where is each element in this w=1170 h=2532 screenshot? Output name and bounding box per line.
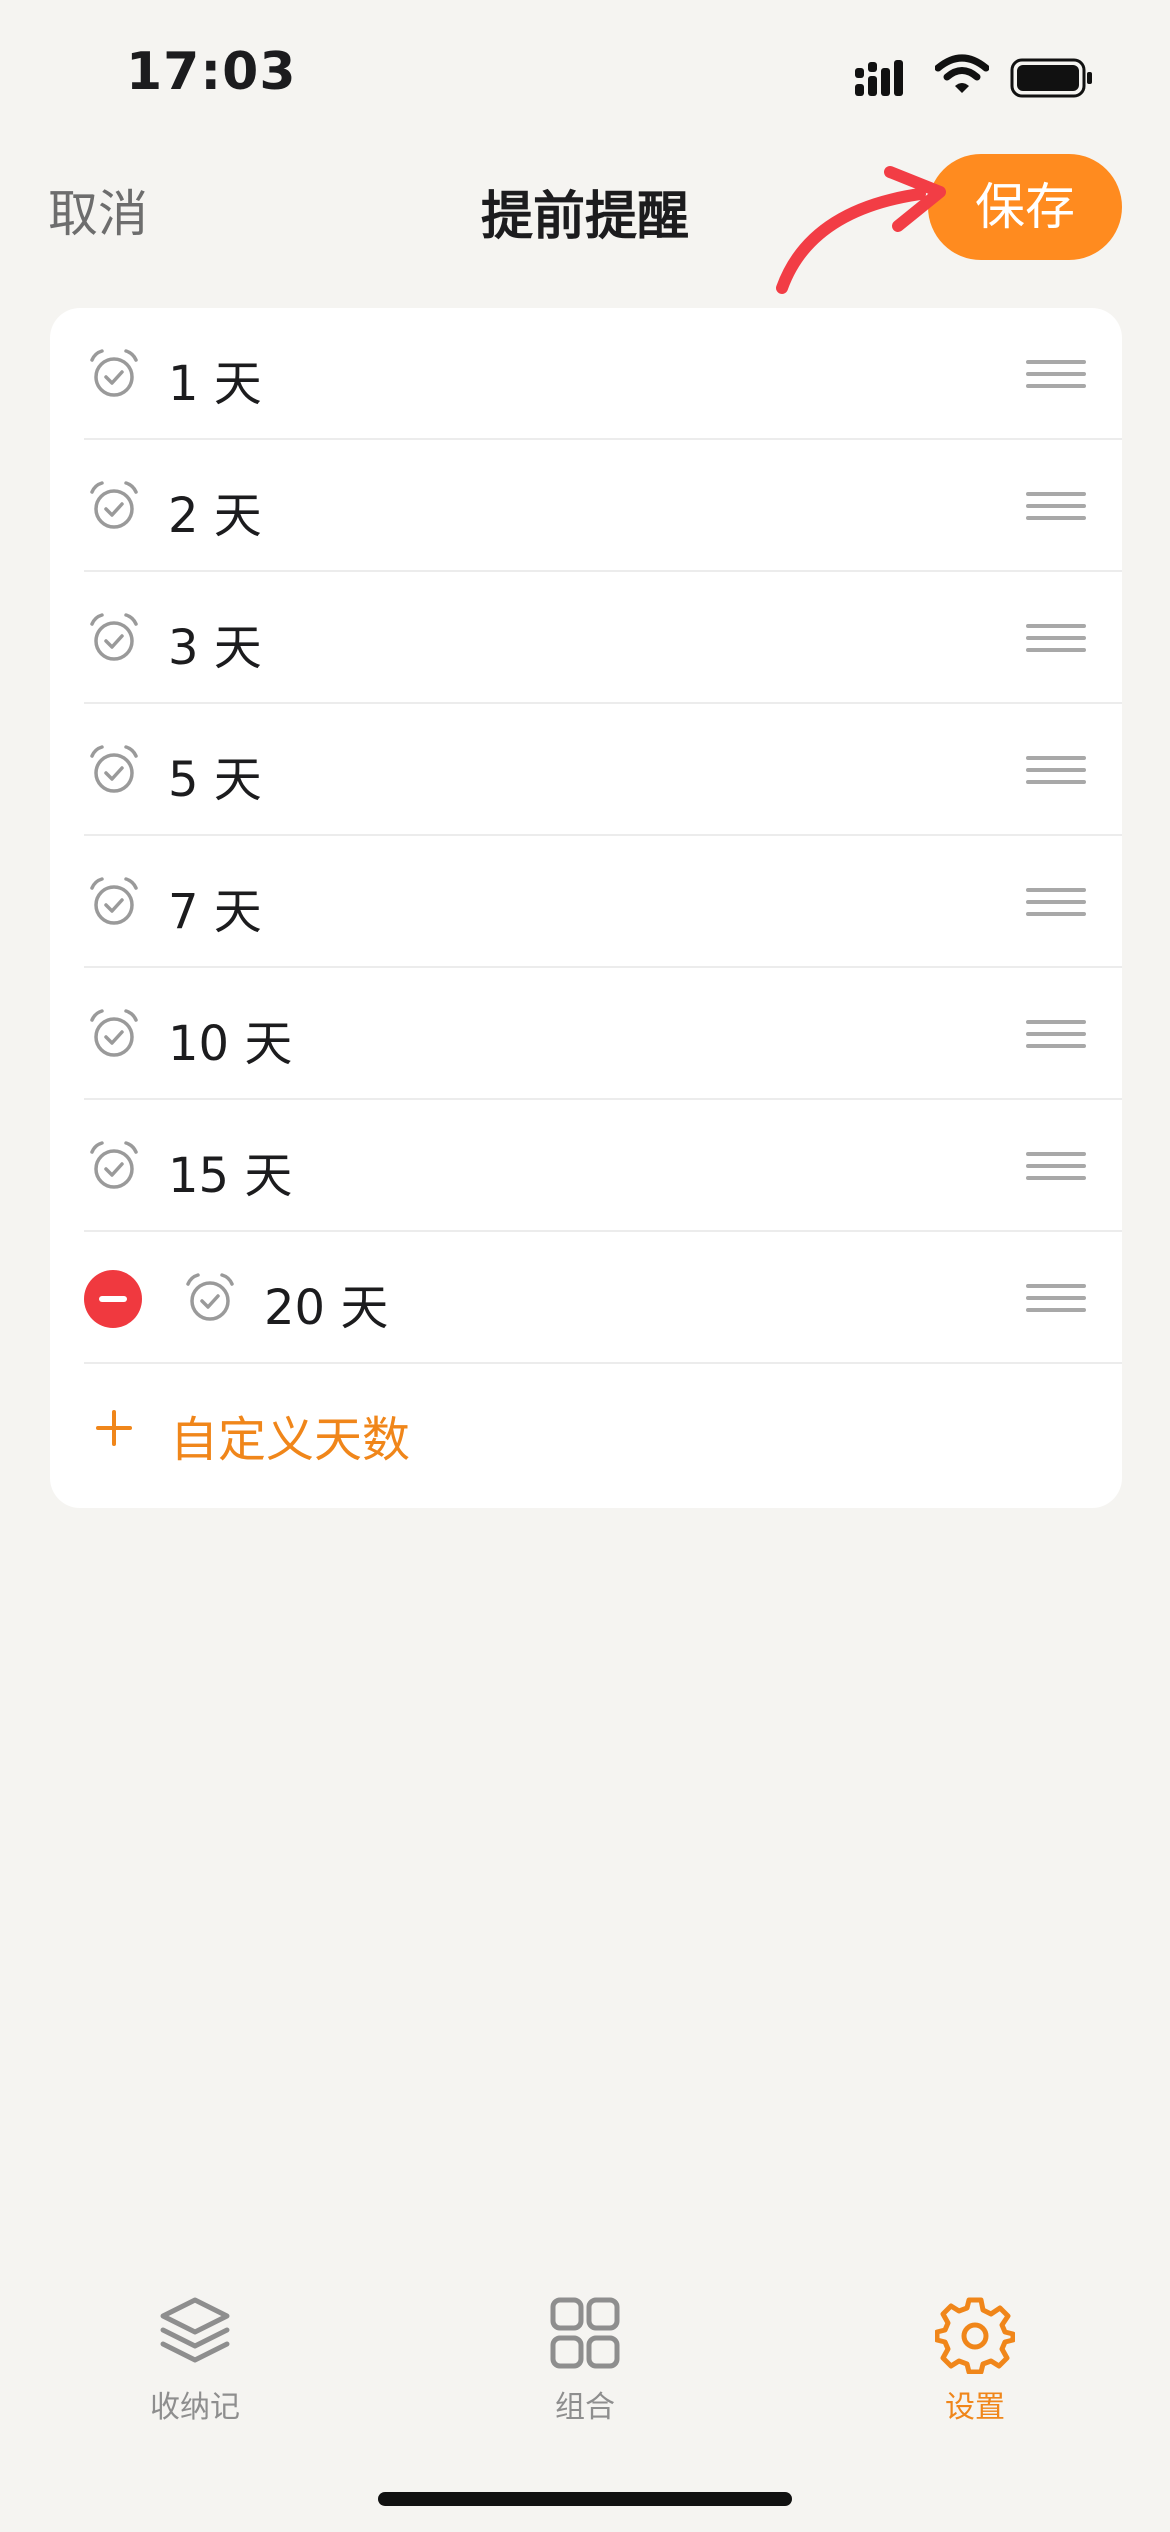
drag-handle-icon[interactable]: [1026, 490, 1086, 522]
reminder-label: 7 天: [168, 884, 262, 940]
gear-icon: [935, 2297, 1015, 2374]
tab-storage[interactable]: 收纳记: [95, 2294, 295, 2434]
reminder-label: 1 天: [168, 356, 262, 412]
list-item[interactable]: 15 天: [50, 1100, 1122, 1232]
alarm-icon: [90, 481, 138, 529]
drag-handle-icon[interactable]: [1026, 622, 1086, 654]
list-item[interactable]: 7 天: [50, 836, 1122, 968]
reminder-label: 15 天: [168, 1148, 293, 1204]
tab-label: 组合: [555, 2390, 615, 2425]
reminder-label: 2 天: [168, 488, 262, 544]
plus-icon: [96, 1410, 132, 1446]
layers-icon: [160, 2297, 230, 2363]
reminder-list: 1 天 2 天 3 天 5 天 7 天 10 天 15 天 20 天 自定义天数: [50, 308, 1122, 1508]
battery-icon: [1010, 58, 1092, 98]
alarm-icon: [90, 349, 138, 397]
wifi-icon: [935, 54, 989, 93]
grid-icon: [550, 2297, 620, 2369]
reminder-label: 3 天: [168, 620, 262, 676]
add-custom-days-label: 自定义天数: [170, 1412, 411, 1468]
tab-settings[interactable]: 设置: [875, 2294, 1075, 2434]
status-bar: 17:03: [0, 0, 1170, 150]
reminder-label: 10 天: [168, 1016, 293, 1072]
cancel-button[interactable]: 取消: [48, 174, 148, 246]
list-item[interactable]: 3 天: [50, 572, 1122, 704]
tab-label: 收纳记: [150, 2390, 240, 2425]
reminder-label: 20 天: [264, 1280, 389, 1336]
list-item[interactable]: 20 天: [50, 1232, 1122, 1364]
alarm-icon: [90, 613, 138, 661]
save-button[interactable]: 保存: [928, 154, 1122, 260]
alarm-icon: [186, 1273, 234, 1321]
annotation-arrow-icon: [776, 166, 946, 294]
tab-label: 设置: [945, 2390, 1005, 2425]
alarm-icon: [90, 877, 138, 925]
drag-handle-icon[interactable]: [1026, 358, 1086, 390]
alarm-icon: [90, 1009, 138, 1057]
drag-handle-icon[interactable]: [1026, 1150, 1086, 1182]
status-time: 17:03: [126, 42, 297, 102]
list-item[interactable]: 1 天: [50, 308, 1122, 440]
drag-handle-icon[interactable]: [1026, 754, 1086, 786]
list-item[interactable]: 10 天: [50, 968, 1122, 1100]
drag-handle-icon[interactable]: [1026, 1282, 1086, 1314]
add-custom-days-button[interactable]: 自定义天数: [50, 1364, 1122, 1494]
list-item[interactable]: 5 天: [50, 704, 1122, 836]
home-indicator: [378, 2492, 792, 2506]
nav-bar: 取消 提前提醒 保存: [0, 150, 1170, 290]
drag-handle-icon[interactable]: [1026, 1018, 1086, 1050]
drag-handle-icon[interactable]: [1026, 886, 1086, 918]
tab-combination[interactable]: 组合: [485, 2294, 685, 2434]
delete-button[interactable]: [84, 1270, 142, 1328]
reminder-label: 5 天: [168, 752, 262, 808]
alarm-icon: [90, 745, 138, 793]
cellular-signal-icon: [855, 60, 903, 96]
list-item[interactable]: 2 天: [50, 440, 1122, 572]
alarm-icon: [90, 1141, 138, 1189]
